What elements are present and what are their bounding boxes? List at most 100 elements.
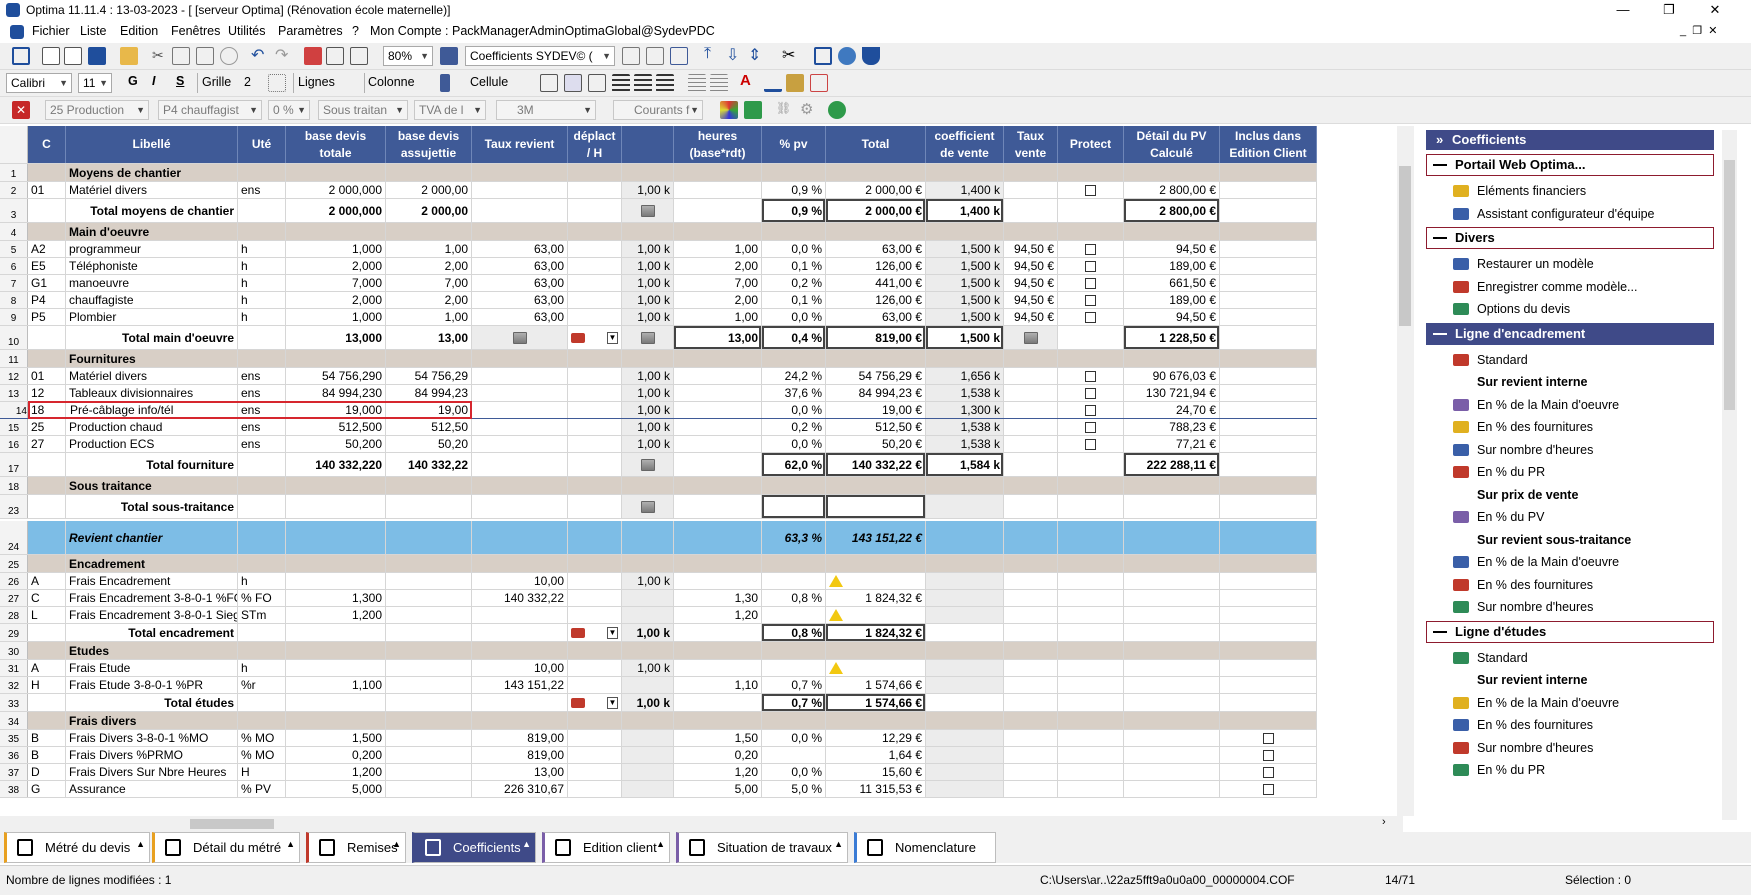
cell-bt[interactable]: [286, 350, 386, 367]
cell-ute[interactable]: ens: [238, 182, 286, 198]
cell-ba[interactable]: [386, 555, 472, 572]
cell-prot[interactable]: [1058, 402, 1124, 418]
cell-tot[interactable]: 140 332,22 €: [826, 453, 926, 476]
cell-cv[interactable]: [926, 764, 1004, 780]
cell-k[interactable]: [622, 712, 674, 729]
cell-tr[interactable]: [472, 521, 568, 554]
cell-lib[interactable]: Total moyens de chantier: [66, 199, 238, 222]
cell-tv[interactable]: [1004, 573, 1058, 589]
cell-pv[interactable]: 0,2 %: [762, 275, 826, 291]
panel-item[interactable]: En % des fournitures: [1449, 416, 1593, 438]
cell-lib[interactable]: Revient chantier: [66, 521, 238, 554]
font-select[interactable]: Calibri ▼: [6, 73, 72, 93]
cell-prot[interactable]: [1058, 368, 1124, 384]
cell-prot[interactable]: [1058, 292, 1124, 308]
cell-tot[interactable]: [826, 495, 926, 518]
cell-tr[interactable]: [472, 477, 568, 494]
cell-ba[interactable]: 2,00: [386, 258, 472, 274]
tab-detail-metre[interactable]: Détail du métré ▲: [152, 832, 300, 863]
grid-horizontal-scrollbar[interactable]: ›: [0, 816, 1403, 832]
cell-hr[interactable]: [674, 573, 762, 589]
cell-prot[interactable]: [1058, 419, 1124, 435]
cell-tot[interactable]: [826, 555, 926, 572]
cell-tot[interactable]: 19,00 €: [826, 402, 926, 418]
cell-ba[interactable]: [386, 607, 472, 623]
cell-inc[interactable]: [1220, 436, 1317, 452]
column-header-inc[interactable]: Inclus dans Edition Client: [1220, 126, 1317, 163]
cell-bt[interactable]: [286, 624, 386, 641]
cell-ba[interactable]: [386, 477, 472, 494]
cell-det[interactable]: [1124, 747, 1220, 763]
cell-cv[interactable]: 1,500 k: [926, 241, 1004, 257]
tab-menu-icon[interactable]: ▲: [286, 830, 295, 859]
row-number[interactable]: 17: [0, 453, 28, 476]
cell-dh[interactable]: [568, 223, 622, 240]
3m-filter[interactable]: 3M ▼: [496, 100, 596, 120]
column-header-k[interactable]: [622, 126, 674, 163]
cell-bt[interactable]: 1,300: [286, 590, 386, 606]
cell-det[interactable]: [1124, 495, 1220, 518]
panel-item[interactable]: Sur nombre d'heures: [1449, 737, 1593, 759]
cell-tv[interactable]: [1004, 521, 1058, 554]
cell-tv[interactable]: [1004, 642, 1058, 659]
row-number[interactable]: 29: [0, 624, 28, 641]
cell-ba[interactable]: 1,00: [386, 241, 472, 257]
row-number[interactable]: 16: [0, 436, 28, 452]
mdi-controls[interactable]: _ ❐ ✕: [1680, 24, 1717, 37]
cell-k[interactable]: 1,00 k: [622, 624, 674, 641]
cell-c[interactable]: G1: [28, 275, 66, 291]
cell-hr[interactable]: [674, 436, 762, 452]
cell-det[interactable]: [1124, 590, 1220, 606]
cell-k[interactable]: [622, 764, 674, 780]
cell-det[interactable]: [1124, 350, 1220, 367]
row-number[interactable]: 33: [0, 694, 28, 711]
cell-det[interactable]: 2 800,00 €: [1124, 199, 1220, 222]
cell-ute[interactable]: [238, 694, 286, 711]
cell-lib[interactable]: Matériel divers: [66, 368, 238, 384]
cell-ba[interactable]: 1,00: [386, 309, 472, 325]
cell-ba[interactable]: 7,00: [386, 275, 472, 291]
cell-tr[interactable]: [472, 712, 568, 729]
cell-tv[interactable]: [1004, 385, 1058, 401]
cell-ute[interactable]: %r: [238, 677, 286, 693]
cell-det[interactable]: 222 288,11 €: [1124, 453, 1220, 476]
production-filter[interactable]: 25 Production ▼: [45, 100, 149, 120]
cell-k[interactable]: 1,00 k: [622, 182, 674, 198]
cell-c[interactable]: L: [28, 607, 66, 623]
cell-tot[interactable]: [826, 223, 926, 240]
cell-dh[interactable]: [568, 781, 622, 797]
cell-c[interactable]: [28, 453, 66, 476]
cell-tr[interactable]: [472, 223, 568, 240]
cell-k[interactable]: 1,00 k: [622, 419, 674, 435]
font-color-icon[interactable]: A: [740, 72, 758, 90]
cell-k[interactable]: [622, 199, 674, 222]
cell-tr[interactable]: 63,00: [472, 292, 568, 308]
cell-ba[interactable]: [386, 712, 472, 729]
cell-hr[interactable]: [674, 694, 762, 711]
cell-tot[interactable]: [826, 350, 926, 367]
cell-tv[interactable]: [1004, 624, 1058, 641]
redo-icon[interactable]: ↷: [275, 45, 293, 64]
font-size-select[interactable]: 11 ▼: [78, 73, 112, 93]
cell-det[interactable]: 2 800,00 €: [1124, 182, 1220, 198]
row-number[interactable]: 4: [0, 223, 28, 240]
cell-cv[interactable]: [926, 164, 1004, 181]
cell-hr[interactable]: [674, 660, 762, 676]
cell-prot[interactable]: [1058, 555, 1124, 572]
cell-tv[interactable]: [1004, 368, 1058, 384]
new-doc-icon[interactable]: [42, 47, 60, 65]
checkbox[interactable]: [1085, 370, 1096, 382]
cell-pv[interactable]: [762, 555, 826, 572]
cell-inc[interactable]: [1220, 607, 1317, 623]
cell-tv[interactable]: [1004, 555, 1058, 572]
cell-pv[interactable]: 0,0 %: [762, 241, 826, 257]
cell-tv[interactable]: [1004, 495, 1058, 518]
cell-c[interactable]: 18: [28, 402, 66, 418]
dropdown-button[interactable]: ▼: [607, 626, 618, 639]
menu-liste[interactable]: Liste: [80, 24, 106, 38]
cell-c[interactable]: 01: [28, 182, 66, 198]
cell-c[interactable]: [28, 350, 66, 367]
cell-ute[interactable]: [238, 453, 286, 476]
cell-k[interactable]: [622, 326, 674, 349]
column-header-hr[interactable]: heures (base*rdt): [674, 126, 762, 163]
